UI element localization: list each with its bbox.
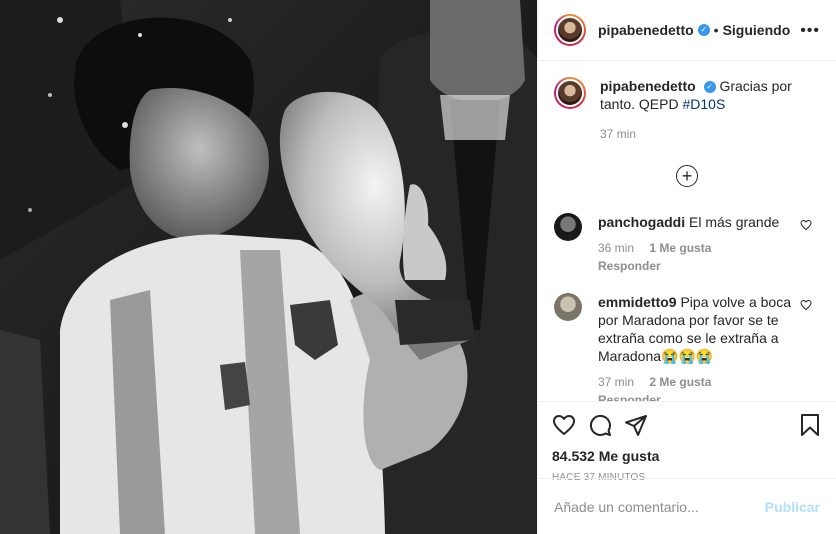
more-horizontal-icon[interactable]: ••• xyxy=(800,22,820,40)
post-caption: pipabenedetto ✓ Gracias por tanto. QEPD … xyxy=(554,77,820,143)
comment-like-heart-icon[interactable] xyxy=(800,299,812,311)
post-header: pipabenedetto ✓ • Siguiendo ••• xyxy=(538,0,836,61)
caption-username[interactable]: pipabenedetto xyxy=(600,78,696,94)
caption-meta: 37 min xyxy=(600,125,820,143)
comment-time[interactable]: 37 min xyxy=(598,375,634,389)
instagram-post: pipabenedetto ✓ • Siguiendo ••• pipabene… xyxy=(0,0,836,534)
comment-likes[interactable]: 2 Me gusta xyxy=(649,375,711,389)
author-avatar[interactable] xyxy=(554,14,586,46)
action-bar xyxy=(552,412,822,438)
heart-icon[interactable] xyxy=(552,413,576,437)
load-more-comments: + xyxy=(554,165,820,187)
avatar-image xyxy=(556,79,584,107)
author-username[interactable]: pipabenedetto xyxy=(598,22,694,38)
comment-meta: 36 min 1 Me gusta Responder xyxy=(598,239,798,275)
share-icon[interactable] xyxy=(624,413,648,437)
caption-avatar[interactable] xyxy=(554,77,586,109)
comment-icon[interactable] xyxy=(588,413,612,437)
post-sidebar: pipabenedetto ✓ • Siguiendo ••• pipabene… xyxy=(537,0,836,534)
comment-item: emmidetto9 Pipa volve a boca por Maradon… xyxy=(554,293,820,401)
comment-like-heart-icon[interactable] xyxy=(800,219,812,231)
plus-circle-icon[interactable]: + xyxy=(676,165,698,187)
avatar-image xyxy=(556,16,584,44)
comment-time[interactable]: 36 min xyxy=(598,241,634,255)
following-button[interactable]: Siguiendo xyxy=(723,22,791,38)
comment-avatar[interactable] xyxy=(554,293,582,321)
caption-body: pipabenedetto ✓ Gracias por tanto. QEPD … xyxy=(600,77,820,143)
comment-item: panchogaddi El más grande 36 min 1 Me gu… xyxy=(554,213,820,275)
comment-username[interactable]: emmidetto9 xyxy=(598,294,677,310)
verified-badge-icon: ✓ xyxy=(697,24,710,36)
post-photo[interactable] xyxy=(0,0,537,534)
bookmark-icon[interactable] xyxy=(798,413,822,437)
comment-body: panchogaddi El más grande 36 min 1 Me gu… xyxy=(598,213,798,275)
comment-input[interactable] xyxy=(554,498,765,515)
comment-meta: 37 min 2 Me gusta Responder xyxy=(598,373,798,401)
likes-count[interactable]: 84.532 Me gusta xyxy=(552,448,822,464)
verified-badge-icon: ✓ xyxy=(703,81,716,94)
reply-button[interactable]: Responder xyxy=(598,259,661,273)
add-comment-bar: Publicar xyxy=(538,478,836,534)
reply-button[interactable]: Responder xyxy=(598,393,661,401)
comment-username[interactable]: panchogaddi xyxy=(598,214,685,230)
post-actions: 84.532 Me gusta HACE 37 MINUTOS xyxy=(538,401,836,483)
publish-button[interactable]: Publicar xyxy=(765,499,820,515)
comment-body: emmidetto9 Pipa volve a boca por Maradon… xyxy=(598,293,798,401)
caption-time[interactable]: 37 min xyxy=(600,127,636,141)
comments-list[interactable]: pipabenedetto ✓ Gracias por tanto. QEPD … xyxy=(538,61,836,401)
photo-image xyxy=(0,0,537,534)
comment-avatar[interactable] xyxy=(554,213,582,241)
comment-likes[interactable]: 1 Me gusta xyxy=(649,241,711,255)
header-separator: • xyxy=(713,22,719,38)
caption-hashtag[interactable]: #D10S xyxy=(682,96,725,112)
comment-text: El más grande xyxy=(689,214,780,230)
